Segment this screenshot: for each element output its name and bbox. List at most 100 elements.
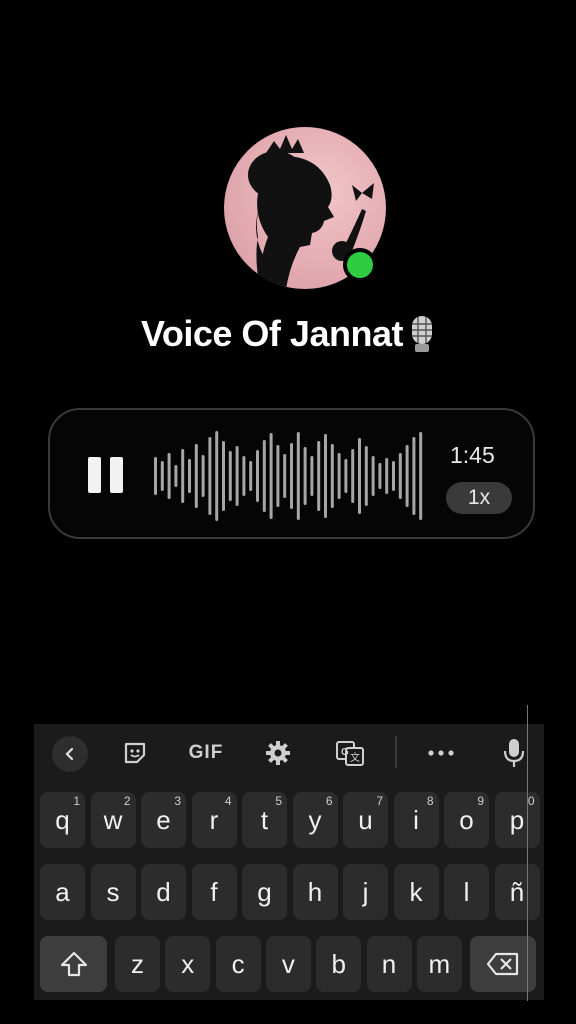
key-v[interactable]: v <box>265 936 311 992</box>
sticker-icon[interactable] <box>120 736 150 770</box>
key-c[interactable]: c <box>215 936 261 992</box>
waveform-bar <box>303 447 307 505</box>
waveform-bar <box>269 433 273 519</box>
key-m[interactable]: m <box>416 936 462 992</box>
key-hint: 0 <box>527 794 535 808</box>
key-label: e <box>156 804 171 835</box>
key-u[interactable]: u7 <box>343 792 388 848</box>
key-label: r <box>209 804 219 835</box>
waveform-bar <box>256 450 259 502</box>
key-label: f <box>210 876 218 907</box>
key-l[interactable]: l <box>444 864 489 920</box>
key-label: p <box>509 804 525 835</box>
key-label: t <box>260 804 269 835</box>
waveform-bar <box>364 446 368 506</box>
key-label: m <box>428 948 451 979</box>
waveform-bar <box>188 459 191 493</box>
gif-button[interactable]: GIF <box>184 736 228 770</box>
waveform-bar <box>296 432 300 520</box>
waveform-bar <box>344 459 348 493</box>
waveform-bar <box>385 458 389 494</box>
keyboard-toolbar: GIF G文 <box>34 724 544 782</box>
more-icon[interactable] <box>424 736 458 770</box>
key-y[interactable]: y6 <box>292 792 338 848</box>
gear-icon[interactable] <box>263 736 293 770</box>
waveform-bar <box>290 443 293 509</box>
key-d[interactable]: d <box>141 864 186 920</box>
key-label: z <box>131 948 144 979</box>
key-label: l <box>463 876 470 907</box>
key-ñ[interactable]: ñ <box>494 864 540 920</box>
key-i[interactable]: i8 <box>393 792 439 848</box>
key-label: d <box>156 876 171 907</box>
waveform-bar <box>337 453 341 499</box>
key-hint: 7 <box>376 794 383 808</box>
key-hint: 6 <box>325 794 333 808</box>
svg-text:G: G <box>341 747 349 758</box>
waveform-bar <box>228 451 232 501</box>
waveform-bar <box>276 445 280 507</box>
profile-title-row: Voice Of Jannat <box>0 306 576 362</box>
playback-speed-button[interactable]: 1x <box>446 482 512 514</box>
key-n[interactable]: n <box>366 936 412 992</box>
svg-text:文: 文 <box>350 751 360 764</box>
key-label: a <box>55 876 70 907</box>
waveform-bar <box>317 441 321 511</box>
key-e[interactable]: e3 <box>141 792 186 848</box>
key-hint: 3 <box>174 794 181 808</box>
back-icon[interactable] <box>52 736 88 772</box>
key-label: o <box>459 804 474 835</box>
shift-key[interactable] <box>40 936 107 992</box>
key-t[interactable]: t5 <box>242 792 287 848</box>
waveform-bar <box>351 449 355 503</box>
pause-bar-right <box>110 457 123 493</box>
key-h[interactable]: h <box>292 864 338 920</box>
key-k[interactable]: k <box>393 864 439 920</box>
key-label: w <box>103 804 123 835</box>
edge-line <box>527 705 528 1001</box>
mic-icon[interactable] <box>500 736 528 770</box>
waveform-bar <box>249 461 253 491</box>
key-f[interactable]: f <box>191 864 237 920</box>
microphone-emoji-icon <box>411 316 432 352</box>
key-p[interactable]: p0 <box>494 792 540 848</box>
key-label: k <box>409 876 423 907</box>
key-z[interactable]: z <box>115 936 160 992</box>
duration-label: 1:45 <box>450 442 495 468</box>
key-hint: 1 <box>73 794 80 808</box>
waveform-bar <box>235 446 239 506</box>
waveform-bar <box>283 454 287 498</box>
key-r[interactable]: r4 <box>191 792 237 848</box>
waveform[interactable] <box>152 428 427 524</box>
pause-button[interactable] <box>88 457 124 495</box>
waveform-bar <box>201 455 205 497</box>
waveform-bar <box>412 437 416 515</box>
key-q[interactable]: q1 <box>40 792 85 848</box>
key-o[interactable]: o9 <box>444 792 489 848</box>
key-w[interactable]: w2 <box>90 792 136 848</box>
key-label: u <box>358 804 373 835</box>
keyboard: GIF G文 q1w2e3r4t5y6u7i8o9p0asdfghjklñzxc… <box>34 724 544 1000</box>
key-j[interactable]: j <box>343 864 388 920</box>
waveform-bar <box>405 445 409 507</box>
online-status-dot <box>343 248 377 282</box>
key-b[interactable]: b <box>316 936 362 992</box>
key-label: q <box>55 804 70 835</box>
waveform-bar <box>242 456 246 496</box>
waveform-bar <box>371 456 375 496</box>
key-a[interactable]: a <box>40 864 85 920</box>
waveform-bar <box>181 449 185 503</box>
key-s[interactable]: s <box>90 864 136 920</box>
key-label: n <box>381 948 397 979</box>
key-label: c <box>231 948 245 979</box>
translate-icon[interactable]: G文 <box>334 736 366 770</box>
waveform-bar <box>310 456 314 496</box>
waveform-bar <box>174 465 178 487</box>
key-g[interactable]: g <box>242 864 287 920</box>
pause-bar-left <box>88 457 101 493</box>
key-label: j <box>362 876 369 907</box>
waveform-bar <box>222 441 225 511</box>
toolbar-divider <box>395 736 397 768</box>
key-x[interactable]: x <box>165 936 211 992</box>
key-label: h <box>307 876 323 907</box>
